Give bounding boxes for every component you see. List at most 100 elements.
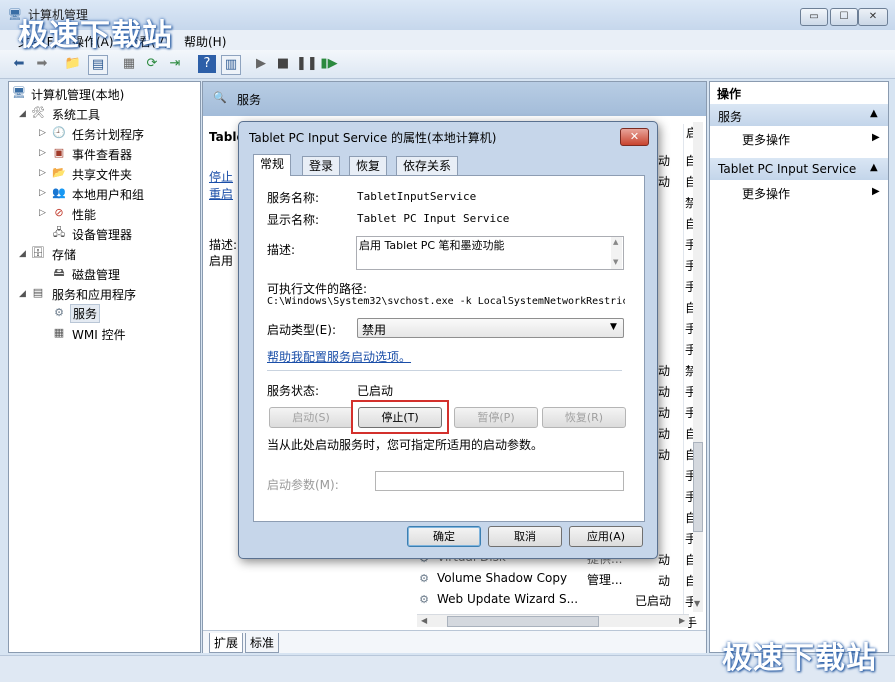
collapse-up-icon[interactable]: ▲: [870, 162, 878, 173]
export-list-icon[interactable]: ⇥: [166, 55, 184, 73]
scrollbar-thumb[interactable]: [693, 442, 703, 532]
dialog-title: Tablet PC Input Service 的属性(本地计算机): [249, 131, 497, 145]
tree-item-system-tools[interactable]: 系统工具: [52, 106, 100, 123]
expand-triangle-icon[interactable]: ▷: [39, 148, 46, 158]
stop-icon[interactable]: ■: [274, 55, 292, 73]
back-arrow-icon[interactable]: ⬅: [10, 55, 28, 73]
shared-folder-icon: 📂: [52, 166, 66, 179]
collapse-triangle-icon[interactable]: ◢: [19, 109, 26, 119]
tab-logon[interactable]: 登录: [302, 156, 341, 175]
tree-item-task-scheduler[interactable]: 任务计划程序: [72, 126, 144, 143]
scroll-up-arrow-icon[interactable]: ▲: [613, 238, 618, 246]
status-cell: 动: [658, 175, 671, 189]
horizontal-scrollbar[interactable]: ◀ ▶: [417, 614, 689, 627]
help-icon[interactable]: ?: [198, 55, 216, 73]
up-folder-icon[interactable]: 📁: [64, 55, 82, 73]
more-actions-item[interactable]: 更多操作: [742, 185, 790, 202]
tree-item-local-users[interactable]: 本地用户和组: [72, 186, 144, 203]
description-label: 描述:: [267, 243, 296, 257]
play-icon[interactable]: ▶: [252, 55, 270, 73]
expand-triangle-icon[interactable]: ▷: [39, 208, 46, 218]
scroll-right-arrow-icon[interactable]: ▶: [679, 616, 685, 625]
tree-item-services-apps[interactable]: 服务和应用程序: [52, 286, 136, 303]
start-button[interactable]: 启动(S): [269, 407, 353, 428]
collapse-triangle-icon[interactable]: ◢: [19, 289, 26, 299]
start-params-hint: 当从此处启动服务时，您可指定所适用的启动参数。: [267, 438, 544, 452]
minimize-button[interactable]: ▭: [800, 8, 828, 26]
collapse-triangle-icon[interactable]: ◢: [19, 249, 26, 259]
general-tab-panel: 服务名称: TabletInputService 显示名称: Tablet PC…: [253, 175, 645, 522]
clock-icon: 🕘: [52, 126, 66, 139]
watermark-logo: 极速下载站: [722, 641, 877, 676]
tab-dependencies[interactable]: 依存关系: [396, 156, 459, 175]
forward-arrow-icon[interactable]: ➡: [33, 55, 51, 73]
actions-section-service[interactable]: Tablet PC Input Service ▲: [710, 158, 888, 180]
tree-item-wmi[interactable]: WMI 控件: [72, 326, 126, 343]
performance-icon: ⊘: [54, 206, 64, 219]
dialog-close-button[interactable]: ✕: [620, 128, 649, 146]
actions-section-services[interactable]: 服务 ▲: [710, 104, 888, 126]
resume-button[interactable]: 恢复(R): [542, 407, 626, 428]
event-viewer-icon: ▣: [53, 146, 65, 159]
tab-recovery[interactable]: 恢复: [349, 156, 388, 175]
more-actions-item[interactable]: 更多操作: [742, 131, 790, 148]
collapse-up-icon[interactable]: ▲: [870, 108, 878, 119]
description-scrollbar[interactable]: ▲ ▼: [611, 237, 622, 269]
tree-item-shared-folders[interactable]: 共享文件夹: [72, 166, 132, 183]
tree-item-device-manager[interactable]: 设备管理器: [72, 226, 132, 243]
service-list-item-status: 已启动: [635, 594, 672, 608]
start-params-label: 启动参数(M):: [267, 478, 339, 492]
pause-icon[interactable]: ❚❚: [296, 55, 318, 73]
display-name-label: 显示名称:: [267, 213, 320, 227]
submenu-arrow-icon: ▶: [872, 132, 880, 143]
maximize-button[interactable]: ☐: [830, 8, 858, 26]
actions-section-title: Tablet PC Input Service: [718, 162, 857, 176]
services-header-title: 服务: [237, 93, 262, 107]
tree-item-services[interactable]: 服务: [70, 304, 101, 323]
properties-icon[interactable]: ▦: [120, 55, 138, 73]
highlight-box: [351, 400, 449, 434]
start-params-input[interactable]: [375, 471, 624, 491]
toolbar: ⬅ ➡ 📁 ▤ ▦ ⟳ ⇥ ? ▥ ▶ ■ ❚❚ ▮▶: [0, 50, 895, 79]
restart-service-link[interactable]: 重启: [209, 185, 233, 202]
show-hide-tree-icon[interactable]: ▤: [88, 55, 108, 75]
help-configure-link[interactable]: 帮助我配置服务启动选项。: [267, 348, 411, 365]
action-pane-icon[interactable]: ▥: [221, 55, 241, 75]
close-button[interactable]: ✕: [858, 8, 888, 26]
expand-triangle-icon[interactable]: ▷: [39, 188, 46, 198]
pause-button[interactable]: 暂停(P): [454, 407, 538, 428]
tree-item-event-viewer[interactable]: 事件查看器: [72, 146, 132, 163]
menu-help[interactable]: 帮助(H): [184, 33, 226, 50]
hscrollbar-thumb[interactable]: [447, 616, 599, 627]
restart-icon[interactable]: ▮▶: [320, 55, 338, 73]
executable-path-label: 可执行文件的路径:: [267, 282, 368, 296]
actions-pane: 操作 服务 ▲ 更多操作 ▶ Tablet PC Input Service ▲…: [709, 81, 889, 653]
tab-extended[interactable]: 扩展: [209, 633, 244, 653]
tree-item-storage[interactable]: 存储: [52, 246, 76, 263]
service-status-label: 服务状态:: [267, 384, 320, 398]
startup-type-select[interactable]: 禁用 ▼: [357, 318, 624, 338]
tab-general[interactable]: 常规: [253, 154, 292, 176]
stop-service-link[interactable]: 停止: [209, 168, 233, 185]
navigation-tree: 🖥 计算机管理(本地) ◢ 🛠 系统工具 ▷ 🕘 任务计划程序 ▷ ▣ 事件查看…: [8, 81, 201, 653]
apply-button[interactable]: 应用(A): [569, 526, 643, 547]
scroll-left-arrow-icon[interactable]: ◀: [421, 616, 427, 625]
service-list-item-name[interactable]: Volume Shadow Copy: [437, 571, 567, 585]
tree-root[interactable]: 计算机管理(本地): [31, 86, 124, 103]
scroll-down-arrow-icon[interactable]: ▼: [694, 599, 700, 608]
cancel-button[interactable]: 取消: [488, 526, 562, 547]
tree-item-disk-management[interactable]: 磁盘管理: [72, 266, 120, 283]
description-text: 启用: [209, 254, 234, 268]
description-box[interactable]: 启用 Tablet PC 笔和墨迹功能 ▲ ▼: [356, 236, 624, 270]
users-icon: 👥: [52, 186, 66, 199]
tab-standard[interactable]: 标准: [245, 633, 280, 653]
service-gear-icon: ⚙: [419, 572, 429, 585]
tree-item-performance[interactable]: 性能: [72, 206, 96, 223]
ok-button[interactable]: 确定: [407, 526, 481, 547]
refresh-icon[interactable]: ⟳: [143, 55, 161, 73]
scroll-down-arrow-icon[interactable]: ▼: [613, 258, 618, 266]
service-list-item-name[interactable]: Web Update Wizard S...: [437, 592, 578, 606]
vertical-scrollbar[interactable]: ▼: [693, 122, 703, 612]
expand-triangle-icon[interactable]: ▷: [39, 128, 46, 138]
expand-triangle-icon[interactable]: ▷: [39, 168, 46, 178]
